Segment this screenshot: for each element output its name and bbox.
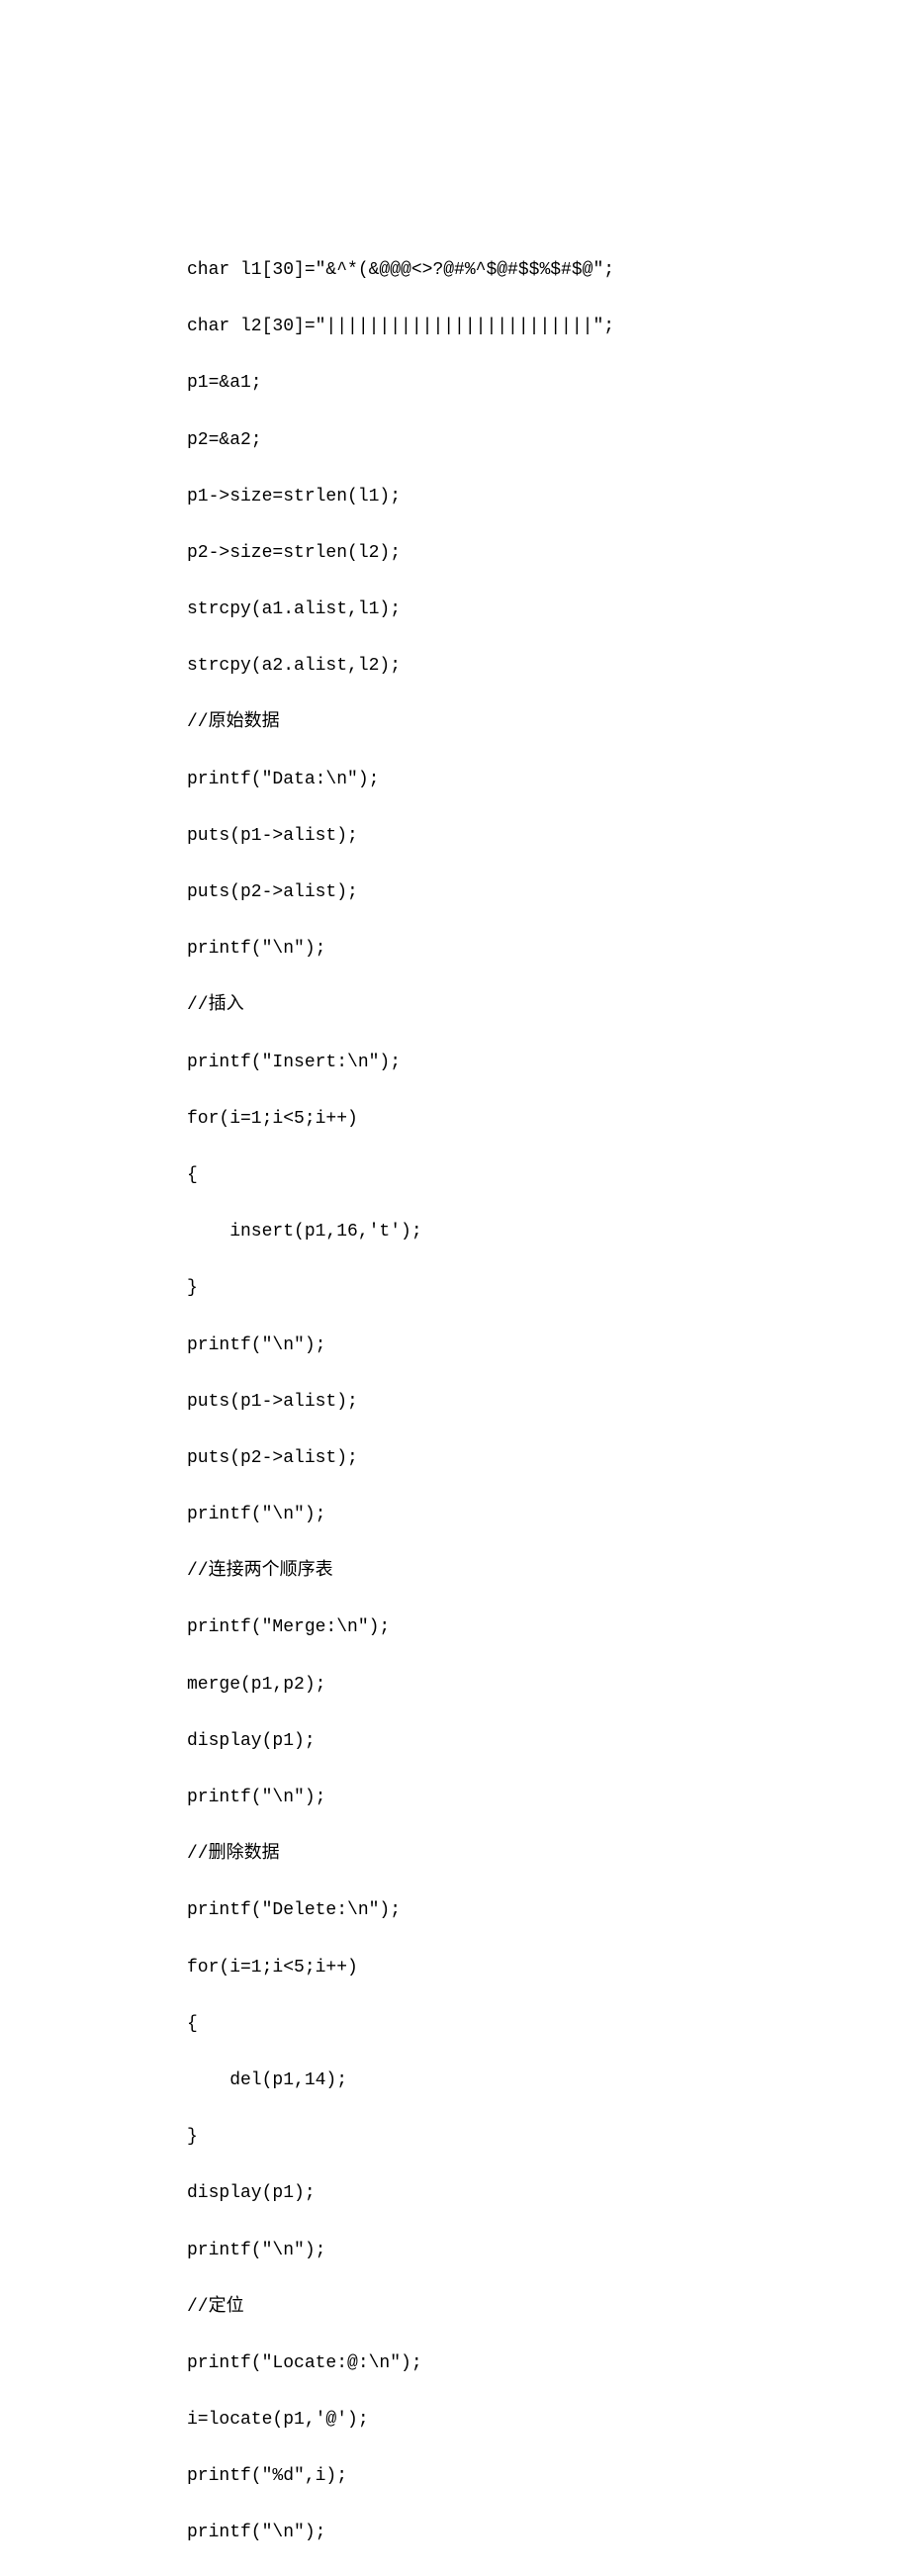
code-line: printf("\n"); (187, 1501, 910, 1529)
code-line: printf("Merge:\n"); (187, 1613, 910, 1642)
code-line: //定位 (187, 2293, 910, 2322)
code-line: } (187, 2123, 910, 2152)
code-line: printf("\n"); (187, 1332, 910, 1360)
code-line: printf("Data:\n"); (187, 766, 910, 794)
code-line: for(i=1;i<5;i++) (187, 1954, 910, 1982)
code-line: p1=&a1; (187, 369, 910, 398)
code-line: printf("Insert:\n"); (187, 1049, 910, 1077)
code-line: i=locate(p1,'@'); (187, 2406, 910, 2435)
code-line: printf("\n"); (187, 1784, 910, 1812)
code-line: del(p1,14); (187, 2067, 910, 2095)
code-line: puts(p2->alist); (187, 878, 910, 907)
code-line: for(i=1;i<5;i++) (187, 1105, 910, 1134)
code-line: //原始数据 (187, 708, 910, 737)
code-line: printf("Locate:@:\n"); (187, 2349, 910, 2378)
code-line: insert(p1,16,'t'); (187, 1218, 910, 1246)
code-line: p2=&a2; (187, 426, 910, 455)
code-line: printf("\n"); (187, 2519, 910, 2547)
code-line: //插入 (187, 991, 910, 1020)
code-line: char l2[30]="|||||||||||||||||||||||||"; (187, 313, 910, 341)
code-line: printf("%d",i); (187, 2462, 910, 2491)
code-line: //删除数据 (187, 1840, 910, 1869)
code-line: display(p1); (187, 1727, 910, 1756)
code-line: { (187, 1161, 910, 1190)
code-line: strcpy(a1.alist,l1); (187, 596, 910, 624)
code-line: puts(p2->alist); (187, 1444, 910, 1473)
code-line: display(p1); (187, 2179, 910, 2208)
code-line: puts(p1->alist); (187, 1388, 910, 1417)
code-line: merge(p1,p2); (187, 1671, 910, 1700)
code-line: { (187, 2010, 910, 2039)
code-line: printf("\n"); (187, 2237, 910, 2265)
code-line: puts(p1->alist); (187, 822, 910, 851)
code-line: p2->size=strlen(l2); (187, 539, 910, 568)
code-line: //连接两个顺序表 (187, 1557, 910, 1586)
code-line: printf("\n"); (187, 935, 910, 964)
code-line: printf("Delete:\n"); (187, 1896, 910, 1925)
code-line: p1->size=strlen(l1); (187, 483, 910, 511)
code-line: strcpy(a2.alist,l2); (187, 652, 910, 681)
code-block: char l1[30]="&^*(&@@@<>?@#%^$@#$$%$#$@";… (187, 228, 910, 2576)
code-line: } (187, 1274, 910, 1303)
code-line: char l1[30]="&^*(&@@@<>?@#%^$@#$$%$#$@"; (187, 256, 910, 285)
